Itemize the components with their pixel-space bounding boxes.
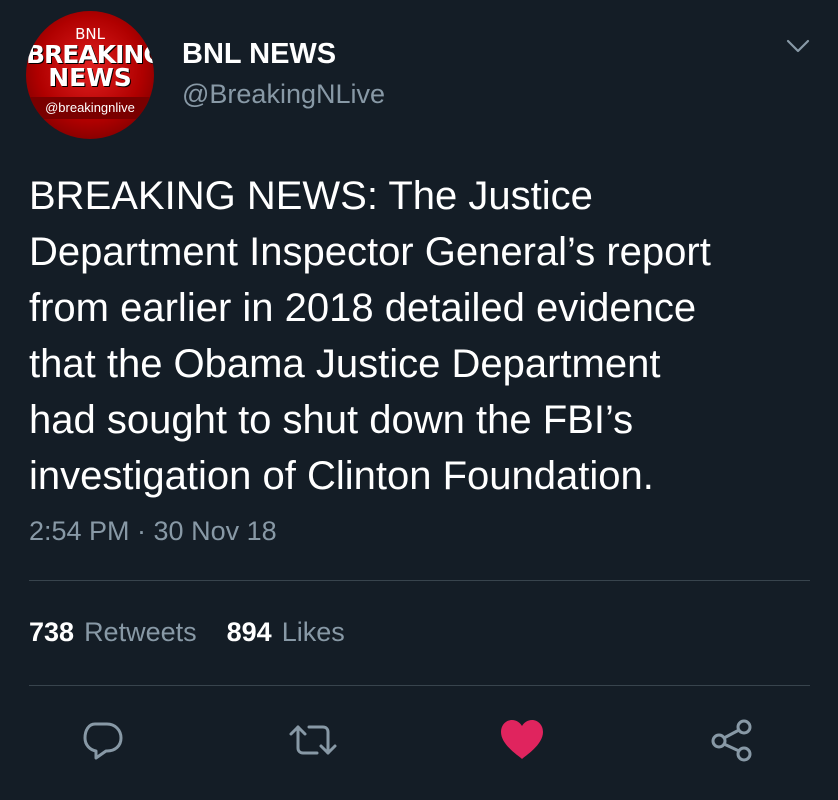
reply-icon bbox=[81, 718, 125, 767]
retweets-count: 738 bbox=[29, 617, 75, 647]
chevron-down-icon[interactable] bbox=[786, 34, 810, 58]
likes-count: 894 bbox=[226, 617, 272, 647]
tweet-stats: 738 Retweets 894 Likes bbox=[29, 617, 345, 648]
divider bbox=[29, 580, 810, 581]
share-icon bbox=[709, 718, 755, 767]
likes-stat[interactable]: 894 Likes bbox=[227, 617, 345, 648]
tweet-detail: BNL BREAKING NEWS @breakingnlive BNL NEW… bbox=[0, 0, 838, 800]
avatar[interactable]: BNL BREAKING NEWS @breakingnlive bbox=[26, 11, 154, 139]
like-button[interactable] bbox=[498, 718, 546, 766]
tweet-timestamp[interactable]: 2:54 PM · 30 Nov 18 bbox=[29, 516, 277, 547]
reply-button[interactable] bbox=[79, 718, 127, 766]
avatar-news-text: NEWS bbox=[48, 63, 132, 92]
share-button[interactable] bbox=[708, 718, 756, 766]
retweet-icon bbox=[287, 718, 339, 767]
heart-icon bbox=[499, 719, 545, 766]
tweet-text: BREAKING NEWS: The Justice Department In… bbox=[29, 174, 711, 498]
divider bbox=[29, 685, 810, 686]
author-display-name[interactable]: BNL NEWS bbox=[182, 38, 336, 71]
likes-label: Likes bbox=[281, 617, 345, 647]
retweets-stat[interactable]: 738 Retweets bbox=[29, 617, 197, 648]
retweet-button[interactable] bbox=[289, 718, 337, 766]
retweets-label: Retweets bbox=[84, 617, 197, 647]
author-screen-name[interactable]: @BreakingNLive bbox=[182, 79, 385, 110]
avatar-handle-text: @breakingnlive bbox=[26, 97, 154, 119]
